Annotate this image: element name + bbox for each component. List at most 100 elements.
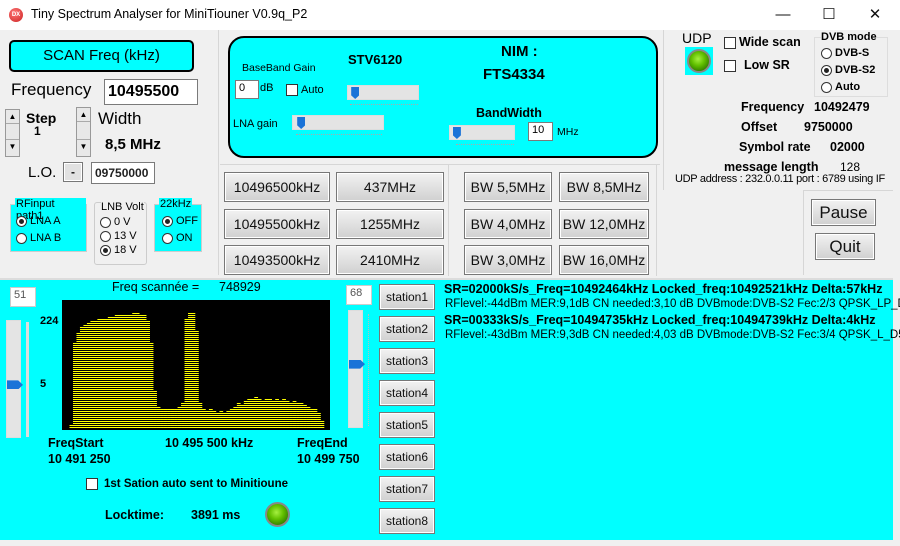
bw-preset-button[interactable]: BW 4,0MHz <box>464 209 552 239</box>
spectrum-bin <box>121 327 126 328</box>
step-down-icon[interactable]: ▼ <box>6 140 19 154</box>
scan-freq-button[interactable]: SCAN Freq (kHz) <box>9 40 194 72</box>
auto-checkbox[interactable]: Auto <box>286 84 324 97</box>
spectrum-bin <box>76 333 81 334</box>
spectrum-bin <box>254 399 259 400</box>
spectrum-bin <box>208 417 213 418</box>
udp-status-led-icon <box>687 49 711 73</box>
station-button[interactable]: station5 <box>379 412 435 438</box>
checkbox-icon[interactable] <box>724 36 736 49</box>
spectrum-bin <box>135 331 140 332</box>
slider-thumb[interactable] <box>349 359 365 369</box>
freq-preset-button[interactable]: 10496500kHz <box>224 172 330 202</box>
step-up-icon[interactable]: ▲ <box>6 110 19 124</box>
width-down-icon[interactable]: ▼ <box>77 140 90 154</box>
radio-icon[interactable] <box>821 81 832 93</box>
band-preset-button[interactable]: 1255MHz <box>336 209 444 239</box>
spectrum-bin <box>142 409 147 410</box>
radio-0v[interactable]: 0 V <box>100 216 131 228</box>
station-button[interactable]: station6 <box>379 444 435 470</box>
spectrum-bin <box>114 317 119 318</box>
bw-preset-button[interactable]: BW 5,5MHz <box>464 172 552 202</box>
baseband-gain-input[interactable]: 0 <box>235 80 259 99</box>
bw-preset-button[interactable]: BW 12,0MHz <box>559 209 649 239</box>
slider-thumb[interactable] <box>351 87 360 99</box>
frequency-input[interactable]: 10495500 <box>104 79 198 105</box>
band-preset-button[interactable]: 2410MHz <box>336 245 444 275</box>
radio-auto[interactable]: Auto <box>821 81 860 93</box>
pause-button[interactable]: Pause <box>811 199 876 226</box>
right-level-input[interactable]: 68 <box>346 285 372 305</box>
spectrum-bin <box>76 337 81 338</box>
radio-22k-on[interactable]: ON <box>162 232 193 244</box>
close-icon[interactable]: ✕ <box>852 0 898 30</box>
freq-preset-button[interactable]: 10495500kHz <box>224 209 330 239</box>
spectrum-bin <box>212 425 217 426</box>
radio-icon[interactable] <box>821 64 832 76</box>
station-button[interactable]: station2 <box>379 316 435 342</box>
station-button[interactable]: station7 <box>379 476 435 502</box>
bandwidth-input[interactable]: 10 <box>528 122 553 141</box>
spectrum-bin <box>97 359 102 360</box>
radio-dvb-s2[interactable]: DVB-S2 <box>821 64 875 76</box>
spectrum-bin <box>128 351 133 352</box>
bw-preset-button[interactable]: BW 3,0MHz <box>464 245 552 275</box>
maximize-icon[interactable]: ☐ <box>806 0 852 30</box>
step-spinner[interactable]: ▲ ▼ <box>5 109 20 157</box>
band-preset-button[interactable]: 437MHz <box>336 172 444 202</box>
spectrum-bin <box>83 417 88 418</box>
freq-preset-button[interactable]: 10493500kHz <box>224 245 330 275</box>
radio-18v[interactable]: 18 V <box>100 244 137 256</box>
station-button[interactable]: station8 <box>379 508 435 534</box>
slider-thumb[interactable] <box>452 127 461 139</box>
radio-22k-off[interactable]: OFF <box>162 215 198 227</box>
bandwidth-slider[interactable] <box>449 125 515 140</box>
baseband-gain-slider[interactable] <box>347 85 419 100</box>
lo-sign-button[interactable]: - <box>63 162 83 182</box>
radio-lna-a[interactable]: LNA A <box>16 215 61 227</box>
left-level-slider[interactable] <box>6 320 23 438</box>
spectrum-bin <box>153 391 157 392</box>
radio-13v[interactable]: 13 V <box>100 230 137 242</box>
radio-icon[interactable] <box>100 216 111 228</box>
radio-icon[interactable] <box>162 232 173 244</box>
slider-thumb[interactable] <box>7 380 23 390</box>
station-button[interactable]: station4 <box>379 380 435 406</box>
right-level-slider[interactable] <box>348 310 365 428</box>
slider-thumb[interactable] <box>297 117 306 129</box>
spectrum-bin <box>107 379 112 380</box>
lo-input[interactable]: 09750000 <box>91 162 155 184</box>
checkbox-icon[interactable] <box>86 478 98 490</box>
spectrum-bin <box>184 355 189 356</box>
radio-icon[interactable] <box>16 232 27 244</box>
left-level-input[interactable]: 51 <box>10 287 36 307</box>
width-spinner[interactable]: ▲ ▼ <box>76 107 91 157</box>
radio-icon[interactable] <box>100 244 111 256</box>
quit-button[interactable]: Quit <box>815 233 875 260</box>
width-up-icon[interactable]: ▲ <box>77 108 90 122</box>
minimize-icon[interactable]: — <box>760 0 806 30</box>
bw-preset-button[interactable]: BW 16,0MHz <box>559 245 649 275</box>
radio-lna-b[interactable]: LNA B <box>16 232 61 244</box>
station-button[interactable]: station3 <box>379 348 435 374</box>
spectrum-bin <box>90 353 95 354</box>
checkbox-icon[interactable] <box>724 59 736 72</box>
radio-icon[interactable] <box>162 215 173 227</box>
spectrum-bin <box>125 415 130 416</box>
low-sr-checkbox[interactable]: Low SR <box>724 58 790 72</box>
spectrum-bin <box>93 325 98 326</box>
radio-dvb-s[interactable]: DVB-S <box>821 47 869 59</box>
auto-send-checkbox[interactable]: 1st Sation auto sent to Minitioune <box>86 478 288 490</box>
spectrum-bin <box>86 355 91 356</box>
checkbox-icon[interactable] <box>286 84 298 97</box>
radio-icon[interactable] <box>16 215 27 227</box>
udp-label: UDP <box>682 30 712 46</box>
spectrum-bin <box>111 427 116 428</box>
spectrum-bin <box>118 379 123 380</box>
wide-scan-checkbox[interactable]: Wide scan <box>724 35 801 49</box>
station-button[interactable]: station1 <box>379 284 435 310</box>
radio-icon[interactable] <box>821 47 832 59</box>
bw-preset-button[interactable]: BW 8,5MHz <box>559 172 649 202</box>
lna-gain-slider[interactable] <box>292 115 384 130</box>
radio-icon[interactable] <box>100 230 111 242</box>
